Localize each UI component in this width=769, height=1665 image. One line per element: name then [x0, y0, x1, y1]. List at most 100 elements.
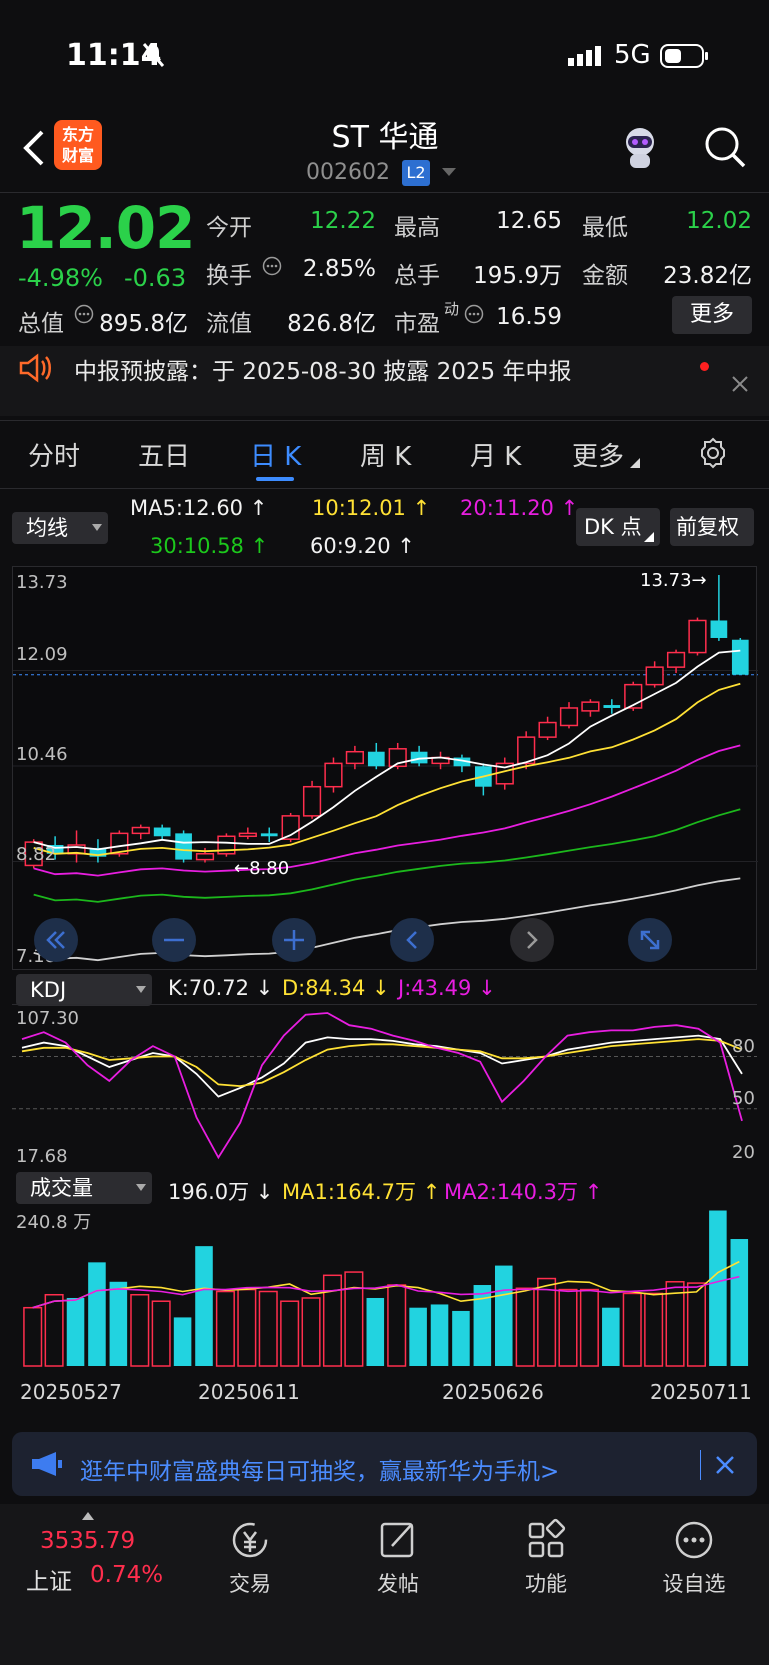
more-quote-button[interactable]: 更多	[672, 296, 752, 334]
corner-caret-icon	[644, 532, 654, 542]
volume-bar	[387, 1284, 407, 1367]
index-percent[interactable]: 0.74%	[90, 1562, 163, 1588]
date-label: 20250626	[442, 1380, 544, 1404]
y-axis-label: 8.82	[16, 844, 57, 865]
nav-trade-label: 交易	[229, 1572, 271, 1596]
volume-bar	[44, 1293, 64, 1367]
kline-chart-panel[interactable]	[12, 566, 758, 971]
volume-bar	[686, 1282, 706, 1367]
notice-text[interactable]: 中报预披露：于 2025-08-30 披露 2025 年中报	[74, 352, 571, 386]
volume-bar	[430, 1304, 449, 1366]
float-cap-label: 流值	[206, 311, 252, 337]
volume-bar	[130, 1293, 150, 1367]
tab-weekly-k[interactable]: 周 K	[360, 436, 411, 473]
volume-bar	[173, 1317, 192, 1366]
fast-backward-button[interactable]	[34, 918, 78, 962]
promo-banner-text[interactable]: 逛年中财富盛典每日可抽奖，赢最新华为手机>	[80, 1452, 559, 1486]
total-cap-label: 总值	[18, 311, 64, 337]
current-price: 12.02	[16, 194, 195, 262]
logo-line1: 东方	[61, 125, 94, 144]
settings-gear-icon[interactable]	[696, 436, 730, 470]
info-icon[interactable]	[74, 304, 94, 324]
y-axis-label: 12.09	[16, 644, 68, 665]
nav-post[interactable]: 发帖	[348, 1512, 448, 1612]
volume-bar	[344, 1271, 364, 1367]
close-icon[interactable]	[730, 374, 750, 394]
volume-chart[interactable]	[12, 1206, 757, 1368]
caret-up-icon[interactable]	[82, 1512, 94, 1520]
candle	[581, 701, 600, 712]
adjust-price-button[interactable]: 前复权	[670, 508, 754, 546]
volume-bar	[237, 1288, 257, 1367]
corner-caret-icon	[630, 458, 640, 468]
tab-intraday[interactable]: 分时	[28, 436, 80, 473]
level2-badge[interactable]: L2	[402, 160, 430, 186]
volume-ma1: MA1:164.7万 ↑	[282, 1180, 441, 1204]
ma30-value: 30:10.58 ↑	[150, 534, 269, 558]
banner-separator	[700, 1450, 701, 1480]
volume-bar	[66, 1297, 85, 1366]
candle	[175, 833, 192, 860]
app-logo[interactable]: 东方 财富	[54, 120, 102, 170]
nav-trade[interactable]: 交易	[200, 1512, 300, 1612]
index-value[interactable]: 3535.79	[40, 1528, 135, 1554]
ma60-value: 60:9.20 ↑	[310, 534, 415, 558]
turnover-label: 换手	[206, 263, 252, 289]
back-icon[interactable]	[16, 126, 56, 170]
dropdown-caret-icon[interactable]	[442, 168, 456, 178]
volume-label: 总手	[394, 263, 440, 289]
scroll-left-button[interactable]	[390, 918, 434, 962]
candle	[302, 785, 322, 817]
kdj-k-value: K:70.72 ↓	[168, 976, 274, 1000]
chevron-left-icon	[406, 931, 417, 949]
volume-bar	[515, 1287, 535, 1367]
volume-chart-panel[interactable]	[12, 1206, 757, 1368]
amount-value: 23.82亿	[663, 263, 752, 289]
info-icon[interactable]	[464, 304, 484, 324]
kline-chart[interactable]	[13, 567, 758, 971]
volume-value: 196.0万 ↓	[168, 1180, 274, 1204]
tab-daily-k[interactable]: 日 K	[250, 436, 301, 473]
stock-code: 002602	[306, 160, 390, 185]
speaker-icon	[19, 353, 51, 383]
tab-more[interactable]: 更多	[572, 436, 624, 473]
open-value: 12.22	[310, 208, 376, 234]
volume-selector[interactable]: 成交量	[16, 1172, 152, 1204]
info-icon[interactable]	[262, 256, 282, 276]
high-marker-label: 13.73→	[640, 570, 707, 591]
close-icon[interactable]	[714, 1454, 736, 1476]
pe-label: 市盈	[394, 311, 440, 337]
scroll-right-button[interactable]	[510, 918, 554, 962]
dropdown-caret-icon	[136, 1184, 146, 1191]
kdj-chart[interactable]	[12, 1005, 757, 1169]
kdj-j-line	[21, 1012, 743, 1160]
index-name[interactable]: 上证	[26, 1562, 72, 1596]
candle	[260, 833, 278, 837]
kdj-selector[interactable]: KDJ	[16, 974, 152, 1006]
candle	[238, 832, 257, 838]
volume-bar	[366, 1297, 385, 1366]
candle	[645, 666, 664, 686]
pe-superscript: 动	[444, 300, 460, 318]
candle	[731, 639, 749, 675]
nav-watchlist[interactable]: 设自选	[644, 1512, 744, 1612]
tab-five-day[interactable]: 五日	[138, 436, 190, 473]
nav-functions[interactable]: 功能	[496, 1512, 596, 1612]
y-axis-label-top: 13.73	[16, 572, 68, 593]
kdj-chart-panel[interactable]	[12, 1004, 757, 1168]
tab-monthly-k[interactable]: 月 K	[470, 436, 521, 473]
zoom-out-button[interactable]	[152, 918, 196, 962]
signal-icon	[568, 46, 601, 66]
robot-assistant-icon[interactable]	[616, 124, 664, 172]
zoom-in-button[interactable]	[272, 918, 316, 962]
more-dots-icon	[675, 1521, 713, 1559]
ma10-value: 10:12.01 ↑	[312, 496, 431, 520]
volume-bar	[215, 1290, 235, 1367]
search-icon[interactable]	[702, 124, 748, 170]
candle	[345, 750, 364, 765]
candle	[666, 651, 686, 668]
volume-bar	[558, 1288, 578, 1367]
fullscreen-button[interactable]	[628, 918, 672, 962]
volume-bar	[622, 1292, 642, 1367]
kdj-axis-bottom: 17.68	[16, 1146, 68, 1167]
